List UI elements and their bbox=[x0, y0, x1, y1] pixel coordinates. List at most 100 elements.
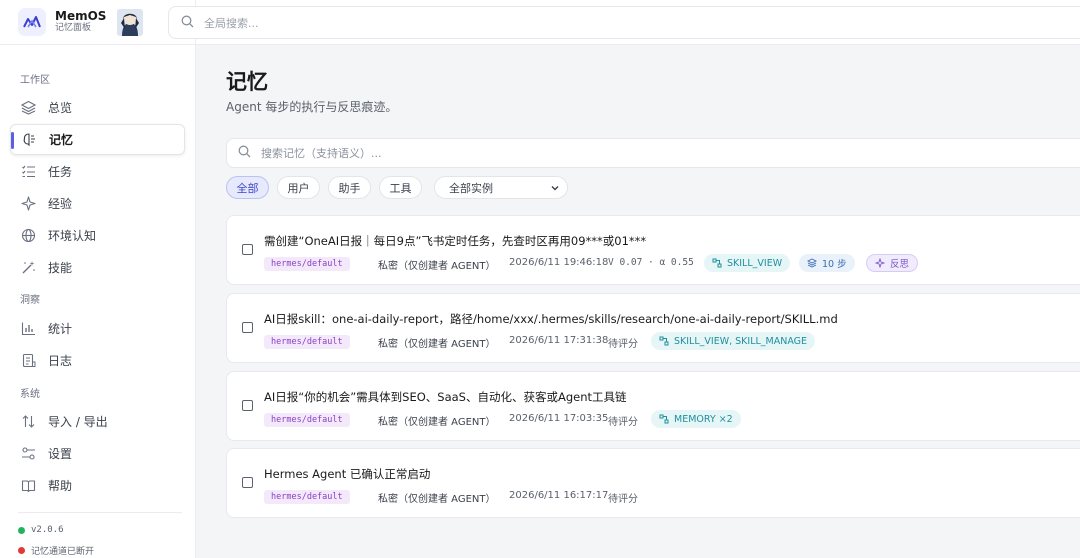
memory-card[interactable]: AI日报“你的机会”需具体到SEO、SaaS、自动化、获客或Agent工具链 h… bbox=[226, 371, 1080, 441]
sidebar-item-tasks[interactable]: 任务 bbox=[10, 156, 185, 187]
layers-icon bbox=[20, 100, 36, 116]
memory-card[interactable]: AI日报skill：one-ai-daily-report，路径/home/xx… bbox=[226, 293, 1080, 363]
sidebar-item-logs[interactable]: 日志 bbox=[10, 345, 185, 376]
sidebar-item-memory[interactable]: 记忆 bbox=[10, 124, 185, 155]
steps-badge: 10 步 bbox=[799, 254, 855, 272]
sidebar-item-help[interactable]: 帮助 bbox=[10, 470, 185, 501]
memory-meta: hermes/default 私密（仅创建者 AGENT） 2026/6/11 … bbox=[264, 254, 919, 272]
brain-icon bbox=[21, 132, 37, 148]
tool-badge-label: SKILL_VIEW, SKILL_MANAGE bbox=[674, 335, 808, 347]
globe-icon bbox=[20, 228, 36, 244]
sidebar-item-label: 导入 / 导出 bbox=[48, 415, 108, 429]
search-icon bbox=[181, 15, 194, 31]
filter-chip-all[interactable]: 全部 bbox=[226, 176, 269, 199]
memory-search-placeholder: 搜索记忆（支持语义）... bbox=[261, 147, 382, 160]
namespace-tag: hermes/default bbox=[264, 413, 350, 427]
sidebar-item-label: 设置 bbox=[48, 447, 73, 461]
tool-icon bbox=[712, 258, 722, 268]
memory-card[interactable]: Hermes Agent 已确认正常启动 hermes/default 私密（仅… bbox=[226, 448, 1080, 518]
sparkle-icon bbox=[875, 258, 885, 268]
score-label: 待评分 bbox=[608, 417, 638, 428]
section-label-workspace: 工作区 bbox=[20, 75, 50, 86]
privacy-label: 私密（仅创建者 AGENT） bbox=[378, 494, 496, 505]
timestamp: 2026/6/11 19:46:18 bbox=[509, 257, 609, 268]
sidebar-item-environment[interactable]: 环境认知 bbox=[10, 220, 185, 251]
tool-badge-label: SKILL_VIEW bbox=[727, 257, 783, 269]
memory-meta: hermes/default 私密（仅创建者 AGENT） 2026/6/11 … bbox=[264, 489, 638, 505]
sidebar: 工作区 总览 记忆 任务 经验 环境认知 技能 洞察 统计 日志 系统 导入 /… bbox=[0, 45, 196, 558]
score-label: 待评分 bbox=[608, 494, 638, 505]
memory-meta: hermes/default 私密（仅创建者 AGENT） 2026/6/11 … bbox=[264, 410, 741, 428]
instance-select[interactable]: 全部实例 bbox=[434, 176, 568, 199]
page-subtitle: Agent 每步的执行与反思痕迹。 bbox=[226, 100, 398, 114]
connection-status: 记忆通道已断开 bbox=[18, 544, 94, 557]
section-label-insights: 洞察 bbox=[20, 295, 40, 306]
sidebar-item-label: 统计 bbox=[48, 322, 73, 336]
search-icon bbox=[238, 145, 251, 161]
log-icon bbox=[20, 353, 36, 369]
memory-card[interactable]: 需创建“OneAI日报｜每日9点”飞书定时任务，先查时区再用09***或01**… bbox=[226, 215, 1080, 285]
namespace-tag: hermes/default bbox=[264, 335, 350, 349]
page-title: 记忆 bbox=[226, 70, 268, 94]
brand-subtitle: 记忆面板 bbox=[55, 22, 92, 33]
sidebar-item-import-export[interactable]: 导入 / 导出 bbox=[10, 406, 185, 437]
sidebar-item-stats[interactable]: 统计 bbox=[10, 313, 185, 344]
namespace-tag: hermes/default bbox=[264, 490, 350, 504]
score-label: 待评分 bbox=[608, 339, 638, 350]
sidebar-item-overview[interactable]: 总览 bbox=[10, 92, 185, 123]
timestamp: 2026/6/11 16:17:17 bbox=[509, 490, 609, 501]
settings-icon bbox=[20, 446, 36, 462]
sidebar-item-label: 帮助 bbox=[48, 479, 73, 493]
brand: MemOS 记忆面板 bbox=[0, 0, 196, 45]
active-indicator bbox=[11, 132, 14, 149]
top-bar: 全局搜索... bbox=[168, 0, 1080, 45]
sidebar-item-label: 任务 bbox=[48, 165, 73, 179]
sidebar-item-label: 记忆 bbox=[49, 133, 74, 147]
select-checkbox[interactable] bbox=[242, 322, 253, 333]
version-label: v2.0.6 bbox=[31, 525, 64, 535]
sidebar-item-label: 环境认知 bbox=[48, 229, 97, 243]
sidebar-divider bbox=[18, 512, 182, 513]
tool-icon bbox=[659, 414, 669, 424]
sidebar-item-label: 经验 bbox=[48, 197, 73, 211]
avatar[interactable] bbox=[117, 9, 143, 36]
filter-chip-assistant[interactable]: 助手 bbox=[328, 176, 371, 199]
memory-title: 需创建“OneAI日报｜每日9点”飞书定时任务，先查时区再用09***或01**… bbox=[264, 234, 647, 248]
memos-logo-icon bbox=[18, 8, 46, 36]
bar-chart-icon bbox=[20, 321, 36, 337]
brand-name: MemOS bbox=[55, 9, 107, 24]
timestamp: 2026/6/11 17:03:35 bbox=[509, 413, 609, 424]
tool-badge: SKILL_VIEW, SKILL_MANAGE bbox=[651, 332, 816, 350]
memory-meta: hermes/default 私密（仅创建者 AGENT） 2026/6/11 … bbox=[264, 332, 816, 350]
privacy-label: 私密（仅创建者 AGENT） bbox=[378, 261, 496, 272]
version-status: v2.0.6 bbox=[18, 525, 64, 535]
memory-title: AI日报“你的机会”需具体到SEO、SaaS、自动化、获客或Agent工具链 bbox=[264, 390, 627, 404]
score-label: V 0.07 · α 0.55 bbox=[608, 257, 694, 268]
instance-select-value: 全部实例 bbox=[449, 181, 493, 195]
privacy-label: 私密（仅创建者 AGENT） bbox=[378, 339, 496, 350]
sidebar-item-settings[interactable]: 设置 bbox=[10, 438, 185, 469]
privacy-label: 私密（仅创建者 AGENT） bbox=[378, 417, 496, 428]
select-checkbox[interactable] bbox=[242, 477, 253, 488]
select-checkbox[interactable] bbox=[242, 400, 253, 411]
book-icon bbox=[20, 478, 36, 494]
task-list-icon bbox=[20, 164, 36, 180]
sidebar-item-experience[interactable]: 经验 bbox=[10, 188, 185, 219]
filter-chip-user[interactable]: 用户 bbox=[277, 176, 320, 199]
memory-title: Hermes Agent 已确认正常启动 bbox=[264, 467, 431, 481]
memory-search-input[interactable]: 搜索记忆（支持语义）... bbox=[226, 138, 1080, 168]
import-export-icon bbox=[20, 414, 36, 430]
section-label-system: 系统 bbox=[20, 389, 40, 400]
tool-badge: MEMORY ×2 bbox=[651, 410, 741, 428]
sidebar-item-label: 总览 bbox=[48, 101, 73, 115]
sidebar-item-skills[interactable]: 技能 bbox=[10, 252, 185, 283]
reflect-badge-label: 反思 bbox=[890, 259, 910, 270]
global-search-input[interactable]: 全局搜索... bbox=[168, 6, 1080, 39]
select-checkbox[interactable] bbox=[242, 244, 253, 255]
sidebar-item-label: 技能 bbox=[48, 261, 73, 275]
tool-icon bbox=[659, 336, 669, 346]
memory-title: AI日报skill：one-ai-daily-report，路径/home/xx… bbox=[264, 312, 838, 326]
filter-chip-tool[interactable]: 工具 bbox=[379, 176, 422, 199]
global-search-placeholder: 全局搜索... bbox=[204, 16, 259, 30]
connection-status-dot bbox=[18, 547, 25, 554]
